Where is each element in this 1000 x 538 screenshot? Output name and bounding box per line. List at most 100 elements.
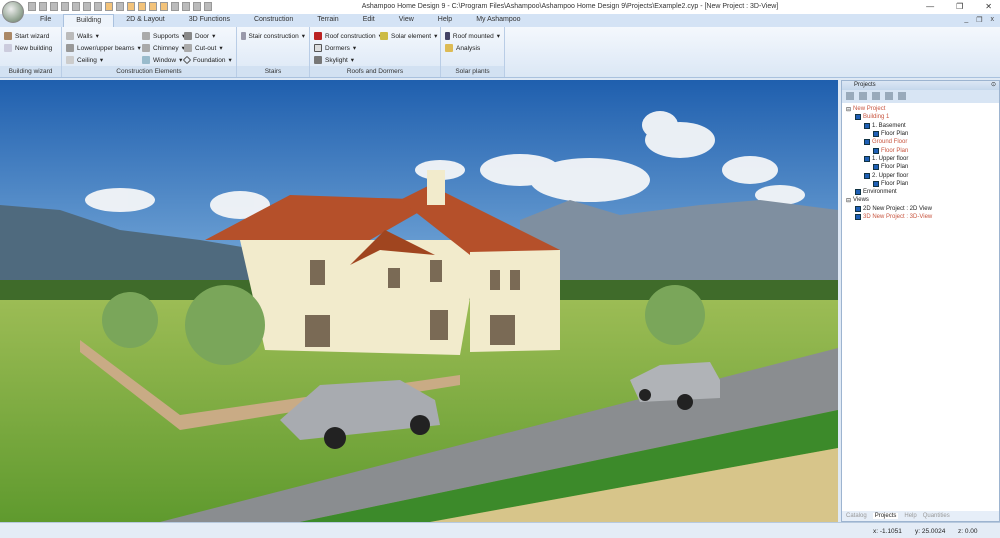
layers-icon[interactable] [872, 92, 880, 100]
checkbox[interactable] [855, 189, 861, 196]
checkbox[interactable] [864, 155, 870, 162]
ribbon-tabs: File Building 2D & Layout 3D Functions Const… [0, 14, 1000, 27]
tab-3d-functions[interactable]: 3D Functions [177, 14, 242, 27]
title-bar: Ashampoo Home Design 9 - C:\Program File… [0, 0, 1000, 23]
cutout-button[interactable]: Cut-out ▾ [184, 42, 232, 54]
3d-scene [0, 80, 838, 522]
tree-node[interactable]: 2D New Project : 2D View [846, 205, 995, 213]
tree-node[interactable]: Floor Plan [846, 130, 995, 138]
tree-node[interactable]: Environment [846, 188, 995, 196]
tree-node[interactable]: Floor Plan [846, 180, 995, 188]
checkbox[interactable] [855, 205, 861, 212]
status-bar: x: -1.1051 y: 25.0024 z: 0.00 [0, 522, 1000, 538]
tab-my-ashampoo[interactable]: My Ashampoo [464, 14, 532, 27]
roof-mounted-button[interactable]: Roof mounted ▾ [445, 30, 500, 42]
checkbox[interactable] [873, 180, 879, 187]
tree-node[interactable]: Building 1 [846, 113, 995, 121]
mdi-minimize-button[interactable]: _ [964, 16, 968, 24]
tree-node-label: 2D New Project : 2D View [863, 205, 932, 212]
chimney-button[interactable]: Chimney ▾ [142, 42, 185, 54]
supports-button[interactable]: Supports ▾ [142, 30, 185, 42]
panel-tab-projects[interactable]: Projects [872, 513, 899, 519]
checkbox[interactable] [855, 114, 861, 121]
foundation-button[interactable]: Foundation ▾ [182, 54, 232, 66]
group-stairs: Stair construction ▾ Stairs [237, 27, 310, 77]
solar-element-button[interactable]: Solar element ▾ [380, 30, 437, 42]
checkbox[interactable] [873, 131, 879, 138]
check-icon[interactable] [846, 92, 854, 100]
checkbox[interactable] [864, 172, 870, 179]
expand-icon[interactable]: ⊟ [846, 197, 851, 204]
label: Walls [77, 32, 93, 40]
sun-icon [445, 44, 453, 52]
tab-2d-layout[interactable]: 2D & Layout [114, 14, 177, 27]
label: Door [195, 32, 210, 40]
y-coordinate: y: 25.0024 [915, 528, 946, 535]
tab-building[interactable]: Building [63, 14, 115, 27]
tree-node[interactable]: ⊟ Views [846, 196, 995, 204]
building-icon[interactable] [898, 92, 906, 100]
x-coordinate: x: -1.1051 [873, 528, 902, 535]
panel-tab-help[interactable]: Help [904, 513, 916, 519]
chart-icon[interactable] [859, 92, 867, 100]
mdi-close-button[interactable]: x [991, 16, 995, 24]
stair-construction-button[interactable]: Stair construction ▾ [241, 30, 305, 42]
ceiling-button[interactable]: Ceiling ▾ [66, 54, 141, 66]
tree-node[interactable]: 1. Upper floor [846, 155, 995, 163]
start-wizard-button[interactable]: Start wizard [4, 30, 57, 42]
dormers-button[interactable]: Dormers ▾ [314, 42, 382, 54]
minimize-button[interactable]: — [926, 2, 934, 11]
tab-help[interactable]: Help [426, 14, 464, 27]
walls-button[interactable]: Walls ▾ [66, 30, 141, 42]
stairs-icon [241, 32, 246, 40]
pin-icon[interactable]: ⊙ [991, 81, 996, 90]
panel-tab-catalog[interactable]: Catalog [846, 513, 867, 519]
3d-view-viewport[interactable] [0, 80, 838, 522]
tree-node[interactable]: Floor Plan [846, 163, 995, 171]
restore-button[interactable]: ❐ [956, 2, 963, 11]
delete-icon[interactable] [885, 92, 893, 100]
tab-terrain[interactable]: Terrain [305, 14, 350, 27]
beams-button[interactable]: Lower/upper beams ▾ [66, 42, 141, 54]
group-label: Solar plants [441, 66, 504, 77]
checkbox[interactable] [864, 122, 870, 129]
new-building-button[interactable]: New building [4, 42, 57, 54]
expand-icon[interactable]: ⊟ [846, 106, 851, 113]
app-menu-button[interactable] [2, 1, 24, 23]
roof-construction-button[interactable]: Roof construction ▾ [314, 30, 382, 42]
tree-node-label: Environment [863, 189, 897, 196]
window-button[interactable]: Window ▾ [142, 54, 185, 66]
tree-node[interactable]: Floor Plan [846, 146, 995, 154]
tab-edit[interactable]: Edit [351, 14, 387, 27]
tree-node[interactable]: Ground Floor [846, 138, 995, 146]
door-button[interactable]: Door ▾ [184, 30, 232, 42]
foundation-icon [182, 55, 192, 65]
group-construction-elements: Walls ▾ Lower/upper beams ▾ Ceiling ▾ Su… [62, 27, 237, 77]
close-button[interactable]: ✕ [985, 2, 992, 11]
tab-file[interactable]: File [28, 14, 63, 27]
tree-node[interactable]: 1. Basement [846, 122, 995, 130]
panel-title: Projects [854, 82, 876, 88]
label: Roof construction [325, 32, 376, 40]
checkbox[interactable] [855, 214, 861, 220]
tree-node-label: Floor Plan [881, 180, 909, 187]
analysis-button[interactable]: Analysis [445, 42, 500, 54]
tree-node[interactable]: 2. Upper floor [846, 171, 995, 179]
tree-node-label: Ground Floor [872, 139, 908, 146]
tab-construction[interactable]: Construction [242, 14, 305, 27]
new-building-icon [4, 44, 12, 52]
group-label: Roofs and Dormers [310, 66, 440, 77]
checkbox[interactable] [864, 139, 870, 146]
tree-node[interactable]: 3D New Project : 3D-View [846, 213, 995, 221]
mdi-restore-button[interactable]: ❐ [976, 16, 982, 24]
tab-view[interactable]: View [387, 14, 426, 27]
label: Foundation [193, 56, 226, 64]
panel-tab-quantities[interactable]: Quantities [923, 513, 950, 519]
house-icon [4, 32, 12, 40]
label: Window [153, 56, 177, 64]
skylight-button[interactable]: Skylight ▾ [314, 54, 382, 66]
group-label: Stairs [237, 66, 309, 77]
checkbox[interactable] [873, 164, 879, 171]
checkbox[interactable] [873, 147, 879, 154]
tree-node[interactable]: ⊟ New Project [846, 105, 995, 113]
